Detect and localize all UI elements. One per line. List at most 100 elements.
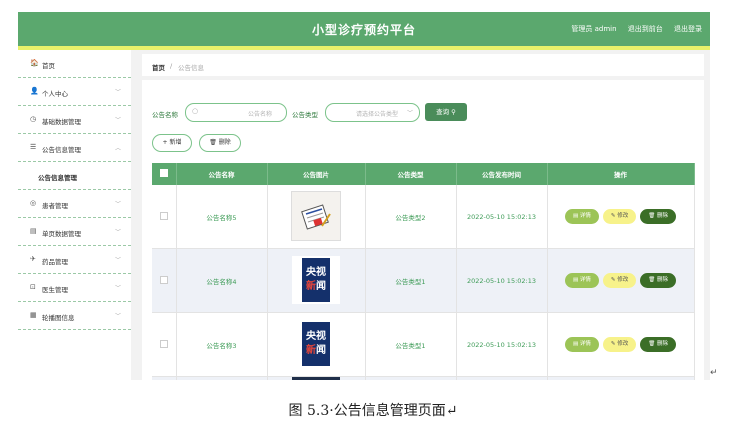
notice-image-cell: 央视 新闻 <box>267 248 366 313</box>
edit-button[interactable]: ✎ 修改 <box>602 209 637 224</box>
delete-button[interactable]: 🗑 删除 <box>640 337 677 352</box>
chevron-down-icon: ﹀ <box>406 110 413 117</box>
sidebar-item-profile[interactable]: 👤 个人中心 ﹀ <box>18 78 131 106</box>
sidebar-item-home[interactable]: 🏠 首页 <box>18 50 131 78</box>
row-select-cell <box>152 185 177 249</box>
admin-label: 管理员 admin <box>571 25 617 33</box>
menu-icon: ☰ <box>30 143 37 151</box>
notice-name-placeholder: 公告名称 <box>247 111 272 118</box>
chevron-up-icon: ︿ <box>114 145 121 152</box>
detail-button[interactable]: ▤ 详情 <box>564 273 599 288</box>
notice-name-cell: 公告名称3 <box>176 312 268 377</box>
notice-time-cell: 2022-05-10 15:02:13 <box>456 312 548 377</box>
chevron-down-icon: ﹀ <box>114 257 121 264</box>
notice-image-cctv[interactable]: 央视 新闻 <box>292 319 340 368</box>
table-row: 公告名称4 央视 新闻 公告类型1 2022-05-10 15:02:13 ▤ 详… <box>152 248 695 313</box>
operations-cell: ▤ 详情 ✎ 修改 🗑 删除 <box>547 185 695 249</box>
chevron-down-icon: ﹀ <box>114 201 121 208</box>
back-to-front-link[interactable]: 退出到前台 <box>628 25 663 33</box>
notice-image-cctv[interactable]: 央视 新闻 <box>292 255 340 304</box>
row-checkbox[interactable] <box>159 211 168 220</box>
breadcrumb-current: 公告信息 <box>178 64 204 72</box>
select-all-header[interactable] <box>152 163 177 185</box>
sidebar-item-carousel[interactable]: ▦ 轮播图信息 ﹀ <box>18 302 131 330</box>
notice-image-cell: 央视 新闻 <box>267 312 366 377</box>
operations-cell <box>547 376 695 380</box>
notice-image-partial[interactable] <box>292 377 340 380</box>
query-button[interactable]: 查询 ⚲ <box>425 103 467 121</box>
breadcrumb-separator: / <box>170 62 173 70</box>
sidebar-item-label: 轮播图信息 <box>42 314 75 322</box>
row-checkbox[interactable] <box>159 275 168 284</box>
table-row: 公告名称3 央视 新闻 公告类型1 2022-05-10 15:02:13 ▤ 详… <box>152 312 695 377</box>
sidebar-item-base-data[interactable]: ◷ 基础数据管理 ﹀ <box>18 106 131 134</box>
notice-time-cell: 2022-05-10 15:02:13 <box>456 248 548 313</box>
add-button[interactable]: + 新增 <box>152 134 192 152</box>
notice-name-cell: 公告名称4 <box>176 248 268 313</box>
sidebar-item-label: 药品管理 <box>42 258 68 266</box>
notice-name-label: 公告名称 <box>152 111 178 119</box>
sidebar: 🏠 首页 👤 个人中心 ﹀ ◷ 基础数据管理 ﹀ ☰ 公告信息管理 ︿ 公告信息管理 ◎ 患者管… <box>18 50 131 380</box>
notice-type-cell: 公告类型2 <box>365 185 457 249</box>
notice-type-cell: 公告类型1 <box>365 312 457 377</box>
sidebar-item-single-page[interactable]: ▤ 单页数据管理 ﹀ <box>18 218 131 246</box>
detail-button[interactable]: ▤ 详情 <box>564 337 599 352</box>
notice-type-select[interactable]: 请选择公告类型 ﹀ <box>325 103 420 122</box>
sidebar-item-label: 基础数据管理 <box>42 118 81 126</box>
search-icon: ○ <box>192 107 199 115</box>
sidebar-subitem-notice-manage[interactable]: 公告信息管理 <box>18 162 131 190</box>
table-row: 公告名称5 公告类型2 2022-05-10 15:02:13 ▤ 详情 ✎ 修… <box>152 185 695 249</box>
delete-button[interactable]: 🗑 删除 <box>640 273 677 288</box>
notice-table: 公告名称 公告图片 公告类型 公告发布时间 操作 公告名称5 公告类型2 202… <box>152 163 695 380</box>
header-right: 管理员 admin 退出到前台 退出登录 <box>562 24 702 34</box>
globe-icon: ◎ <box>30 199 37 207</box>
notice-name-cell <box>176 376 268 380</box>
edit-button[interactable]: ✎ 修改 <box>602 273 637 288</box>
calendar-icon: ▦ <box>30 311 37 319</box>
notice-type-label: 公告类型 <box>292 111 318 119</box>
select-all-checkbox[interactable] <box>159 169 168 177</box>
breadcrumb: 首页 / 公告信息 <box>142 54 704 76</box>
batch-delete-button[interactable]: 🗑 删除 <box>199 134 241 152</box>
sidebar-item-patients[interactable]: ◎ 患者管理 ﹀ <box>18 190 131 218</box>
sidebar-item-medicine[interactable]: ✈ 药品管理 ﹀ <box>18 246 131 274</box>
edit-button[interactable]: ✎ 修改 <box>602 337 637 352</box>
notice-image-cell <box>267 185 366 249</box>
crop-icon: ⊡ <box>30 283 36 291</box>
notice-image-cell <box>267 376 366 380</box>
notice-type-cell <box>365 376 457 380</box>
sidebar-item-label: 患者管理 <box>42 202 68 210</box>
notice-image-news[interactable] <box>291 191 341 241</box>
delete-button[interactable]: 🗑 删除 <box>640 209 677 224</box>
notice-time-cell: 2022-05-10 15:02:13 <box>456 185 548 249</box>
notice-type-placeholder: 请选择公告类型 <box>356 111 399 118</box>
home-icon: 🏠 <box>30 59 39 67</box>
content-panel: 公告名称 ○ 公告名称 公告类型 请选择公告类型 ﹀ 查询 ⚲ + 新增 🗑 删… <box>142 80 704 380</box>
app-screenshot: 小型诊疗预约平台 管理员 admin 退出到前台 退出登录 🏠 首页 👤 个人中心 ﹀… <box>18 12 710 380</box>
chevron-down-icon: ﹀ <box>114 117 121 124</box>
column-header: 公告发布时间 <box>456 163 548 185</box>
sidebar-item-notice[interactable]: ☰ 公告信息管理 ︿ <box>18 134 131 162</box>
sidebar-item-doctors[interactable]: ⊡ 医生管理 ﹀ <box>18 274 131 302</box>
detail-button[interactable]: ▤ 详情 <box>564 209 599 224</box>
page-icon: ▤ <box>30 227 37 235</box>
plane-icon: ✈ <box>30 255 36 263</box>
operations-cell: ▤ 详情 ✎ 修改 🗑 删除 <box>547 312 695 377</box>
clock-icon: ◷ <box>30 115 37 123</box>
chevron-down-icon: ﹀ <box>114 313 121 320</box>
sidebar-item-label: 公告信息管理 <box>42 146 81 154</box>
chevron-down-icon: ﹀ <box>114 89 121 96</box>
cctv-news-logo: 央视 新闻 <box>302 321 330 366</box>
notice-name-input[interactable]: ○ 公告名称 <box>185 103 287 122</box>
cctv-news-logo: 央视 新闻 <box>302 257 330 302</box>
column-header: 公告图片 <box>267 163 366 185</box>
notice-name-cell: 公告名称5 <box>176 185 268 249</box>
sidebar-item-label: 个人中心 <box>42 90 68 98</box>
logout-link[interactable]: 退出登录 <box>674 25 702 33</box>
chevron-down-icon: ﹀ <box>114 229 121 236</box>
top-header: 小型诊疗预约平台 管理员 admin 退出到前台 退出登录 <box>18 12 710 46</box>
table-header-row: 公告名称 公告图片 公告类型 公告发布时间 操作 <box>152 163 695 185</box>
paragraph-return-mark: ↵ <box>710 368 718 378</box>
row-checkbox[interactable] <box>159 339 168 348</box>
breadcrumb-home[interactable]: 首页 <box>152 62 165 72</box>
